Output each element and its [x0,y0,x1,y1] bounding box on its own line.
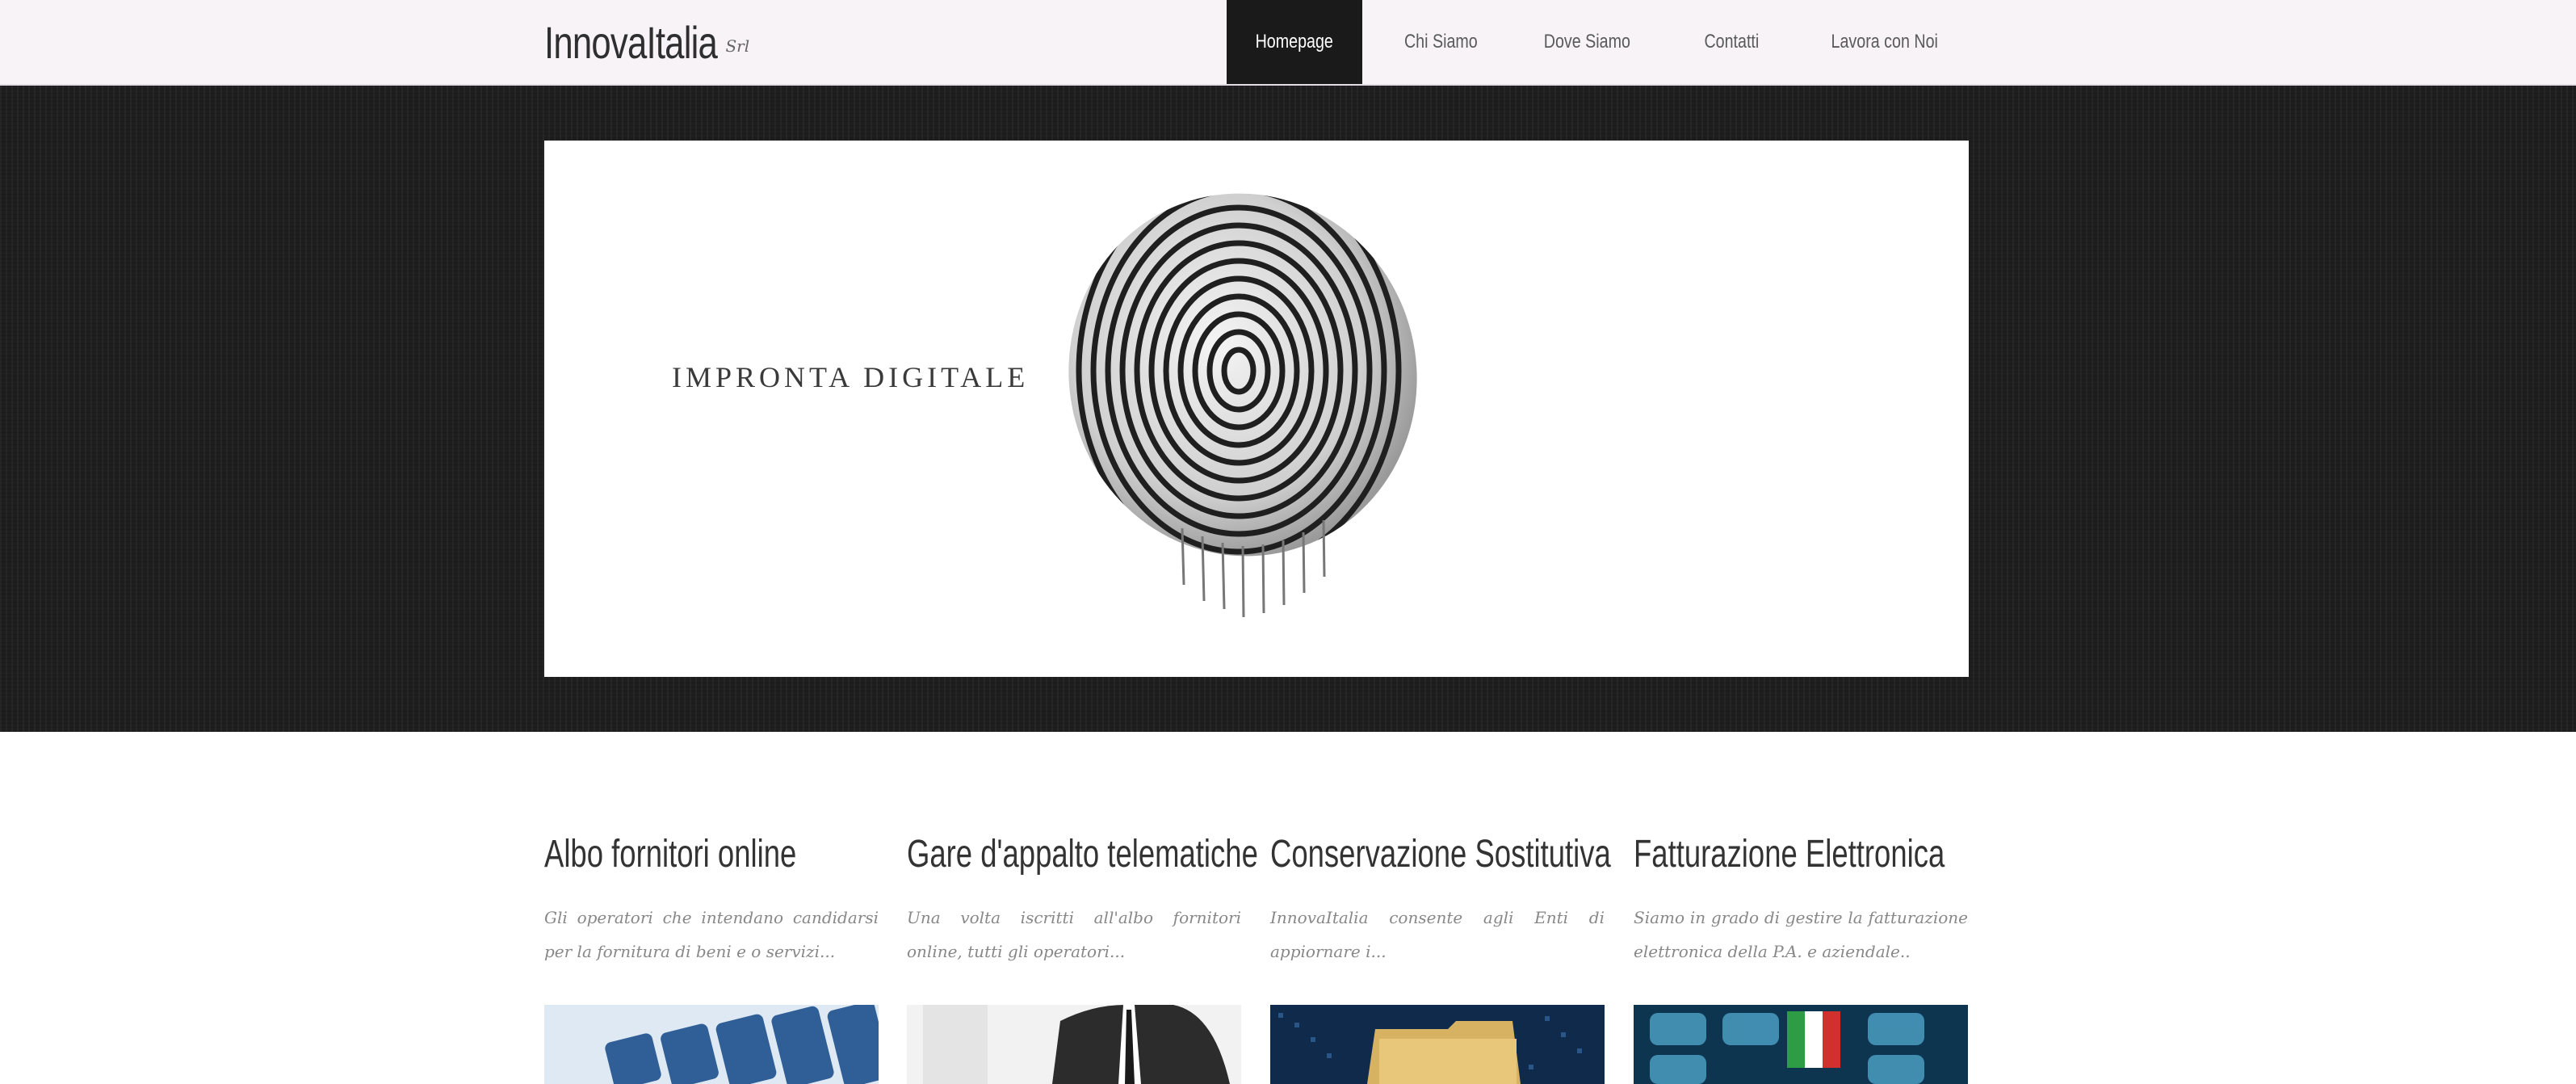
feature-gare-appalto[interactable]: Gare d'appalto telematiche Una volta isc… [907,832,1258,1084]
nav-label: Dove Siamo [1543,31,1630,53]
hero-banner[interactable]: IMPRONTA DIGITALE [544,141,1969,677]
feature-image-businessman[interactable] [907,1005,1241,1084]
feature-conservazione[interactable]: Conservazione Sostitutiva InnovaItalia c… [1270,832,1611,1084]
nav-item-dove-siamo[interactable]: Dove Siamo [1519,0,1655,84]
feature-title[interactable]: Albo fornitori online [544,832,799,876]
nav-item-homepage[interactable]: Homepage [1227,0,1362,84]
main-nav: Homepage Chi Siamo Dove Siamo Contatti L… [1227,0,1961,84]
feature-image-folder[interactable] [1270,1005,1605,1084]
feature-albo-fornitori[interactable]: Albo fornitori online Gli operatori che … [544,832,879,1084]
feature-text: Gli operatori che intendano candidarsi p… [544,908,879,961]
nav-label: Lavora con Noi [1831,31,1939,53]
features-section: Albo fornitori online Gli operatori che … [544,832,1969,1084]
logo-suffix: Srl [725,36,750,56]
nav-item-chi-siamo[interactable]: Chi Siamo [1362,0,1519,84]
feature-title[interactable]: Fatturazione Elettronica [1634,832,1945,876]
feature-title[interactable]: Conservazione Sostitutiva [1270,832,1611,876]
feature-title[interactable]: Gare d'appalto telematiche [907,832,1258,876]
logo-text: InnovaItalia [544,16,718,68]
nav-label: Contatti [1704,31,1759,53]
site-header: InnovaItalia Srl Homepage Chi Siamo Dove… [0,0,2576,86]
feature-text: Una volta iscritti all'albo fornitori on… [907,908,1241,961]
nav-label: Chi Siamo [1403,31,1478,53]
nav-item-lavora-con-noi[interactable]: Lavora con Noi [1808,0,1961,84]
banner-title: IMPRONTA DIGITALE [672,361,1030,393]
fingerprint-image [1068,181,1417,618]
nav-label: Homepage [1255,31,1334,53]
feature-image-network[interactable] [1634,1005,1968,1084]
feature-fatturazione[interactable]: Fatturazione Elettronica Siamo in grado … [1634,832,1968,1084]
feature-text: Siamo in grado di gestire la fatturazion… [1634,908,1968,961]
feature-image-keyboard[interactable] [544,1005,879,1084]
site-logo[interactable]: InnovaItalia Srl [544,8,749,76]
feature-text: InnovaItalia consente agli Enti di appio… [1270,908,1605,961]
nav-item-contatti[interactable]: Contatti [1655,0,1808,84]
